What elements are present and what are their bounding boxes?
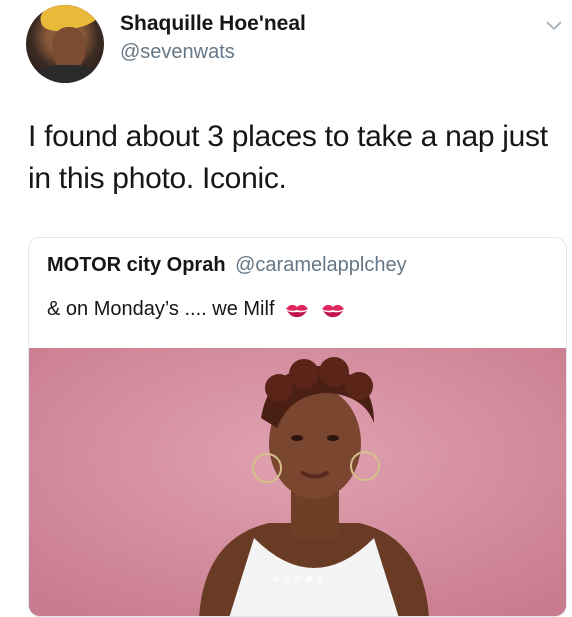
author-handle[interactable]: @sevenwats <box>120 41 235 64</box>
chevron-down-icon[interactable] <box>545 20 563 32</box>
author-avatar[interactable] <box>26 5 104 83</box>
quoted-tweet-card[interactable]: MOTOR city Oprah @caramelapplchey & on M… <box>28 237 567 617</box>
carousel-dot[interactable] <box>295 576 301 582</box>
kiss-mark-icon <box>286 304 309 317</box>
quoted-author-name: MOTOR city Oprah <box>47 254 226 276</box>
carousel-dot-active[interactable] <box>306 576 312 582</box>
quoted-tweet-body: & on Monday’s .... we Milf <box>47 298 275 320</box>
quoted-tweet-header: MOTOR city Oprah @caramelapplchey <box>47 254 407 277</box>
carousel-dot[interactable] <box>317 576 323 582</box>
carousel-dot[interactable] <box>273 576 279 582</box>
carousel-dot[interactable] <box>284 576 290 582</box>
quoted-tweet-photo[interactable] <box>29 348 566 616</box>
avatar-shirt <box>36 65 98 83</box>
author-display-name[interactable]: Shaquille Hoe'neal <box>120 12 306 36</box>
kiss-mark-icon <box>321 304 344 317</box>
carousel-indicator[interactable] <box>273 576 323 582</box>
tweet-text: I found about 3 places to take a nap jus… <box>28 120 548 195</box>
quoted-author-handle: @caramelapplchey <box>235 254 407 276</box>
quoted-tweet-text: & on Monday’s .... we Milf <box>47 298 346 321</box>
